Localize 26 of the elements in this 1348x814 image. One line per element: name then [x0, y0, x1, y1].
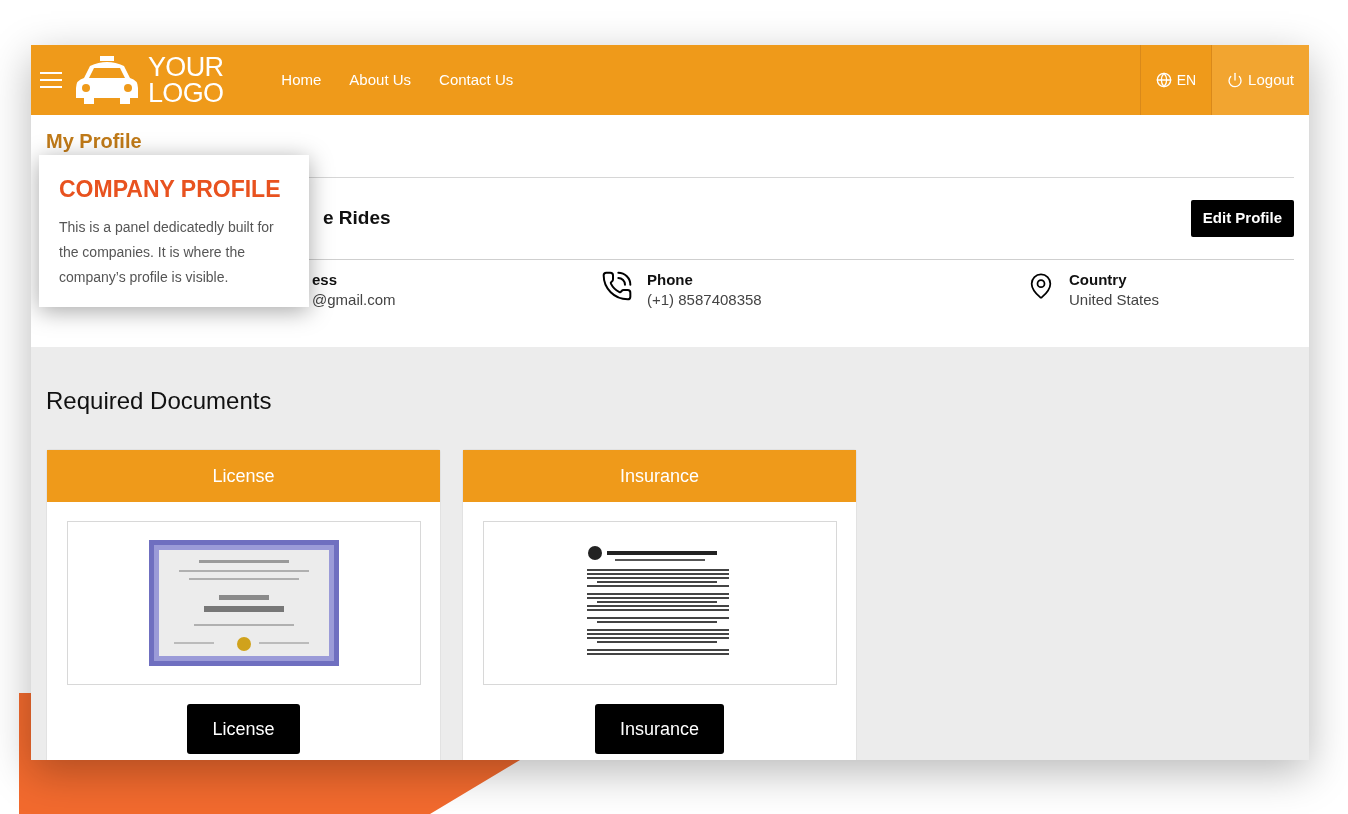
detail-value: (+1) 8587408358 — [647, 290, 762, 310]
callout-text: This is a panel dedicatedly built for the companies. It is where the company’s profile is visible. — [59, 218, 275, 287]
nav-link[interactable]: Contact Us — [439, 68, 514, 92]
callout-title: COMPANY PROFILE — [59, 175, 282, 203]
menu-icon[interactable] — [40, 72, 62, 88]
phone-icon — [601, 270, 633, 302]
taxi-logo-icon — [76, 54, 138, 106]
card-header: License — [47, 450, 440, 502]
detail-value: United States — [1069, 290, 1160, 310]
detail-label: Phone — [647, 270, 694, 290]
company-name: e Rides — [323, 206, 391, 231]
section-title: Required Documents — [46, 386, 273, 416]
nav-link[interactable]: About Us — [349, 68, 412, 92]
detail-value: @gmail.com — [312, 290, 396, 310]
logo-text: YOUR LOGO — [148, 54, 224, 106]
power-icon — [1227, 72, 1244, 88]
document-button[interactable]: License — [187, 704, 300, 754]
edit-profile-button[interactable]: Edit Profile — [1190, 200, 1294, 237]
page-title: My Profile — [46, 129, 143, 153]
document-button[interactable]: Insurance — [594, 704, 725, 754]
globe-icon — [1155, 72, 1172, 88]
card-header: Insurance — [463, 450, 856, 502]
detail-label: ess — [312, 270, 339, 290]
nav-link[interactable]: Home — [281, 68, 322, 92]
logout-button[interactable]: Logout — [1212, 45, 1309, 115]
detail-label: Country — [1069, 270, 1128, 290]
